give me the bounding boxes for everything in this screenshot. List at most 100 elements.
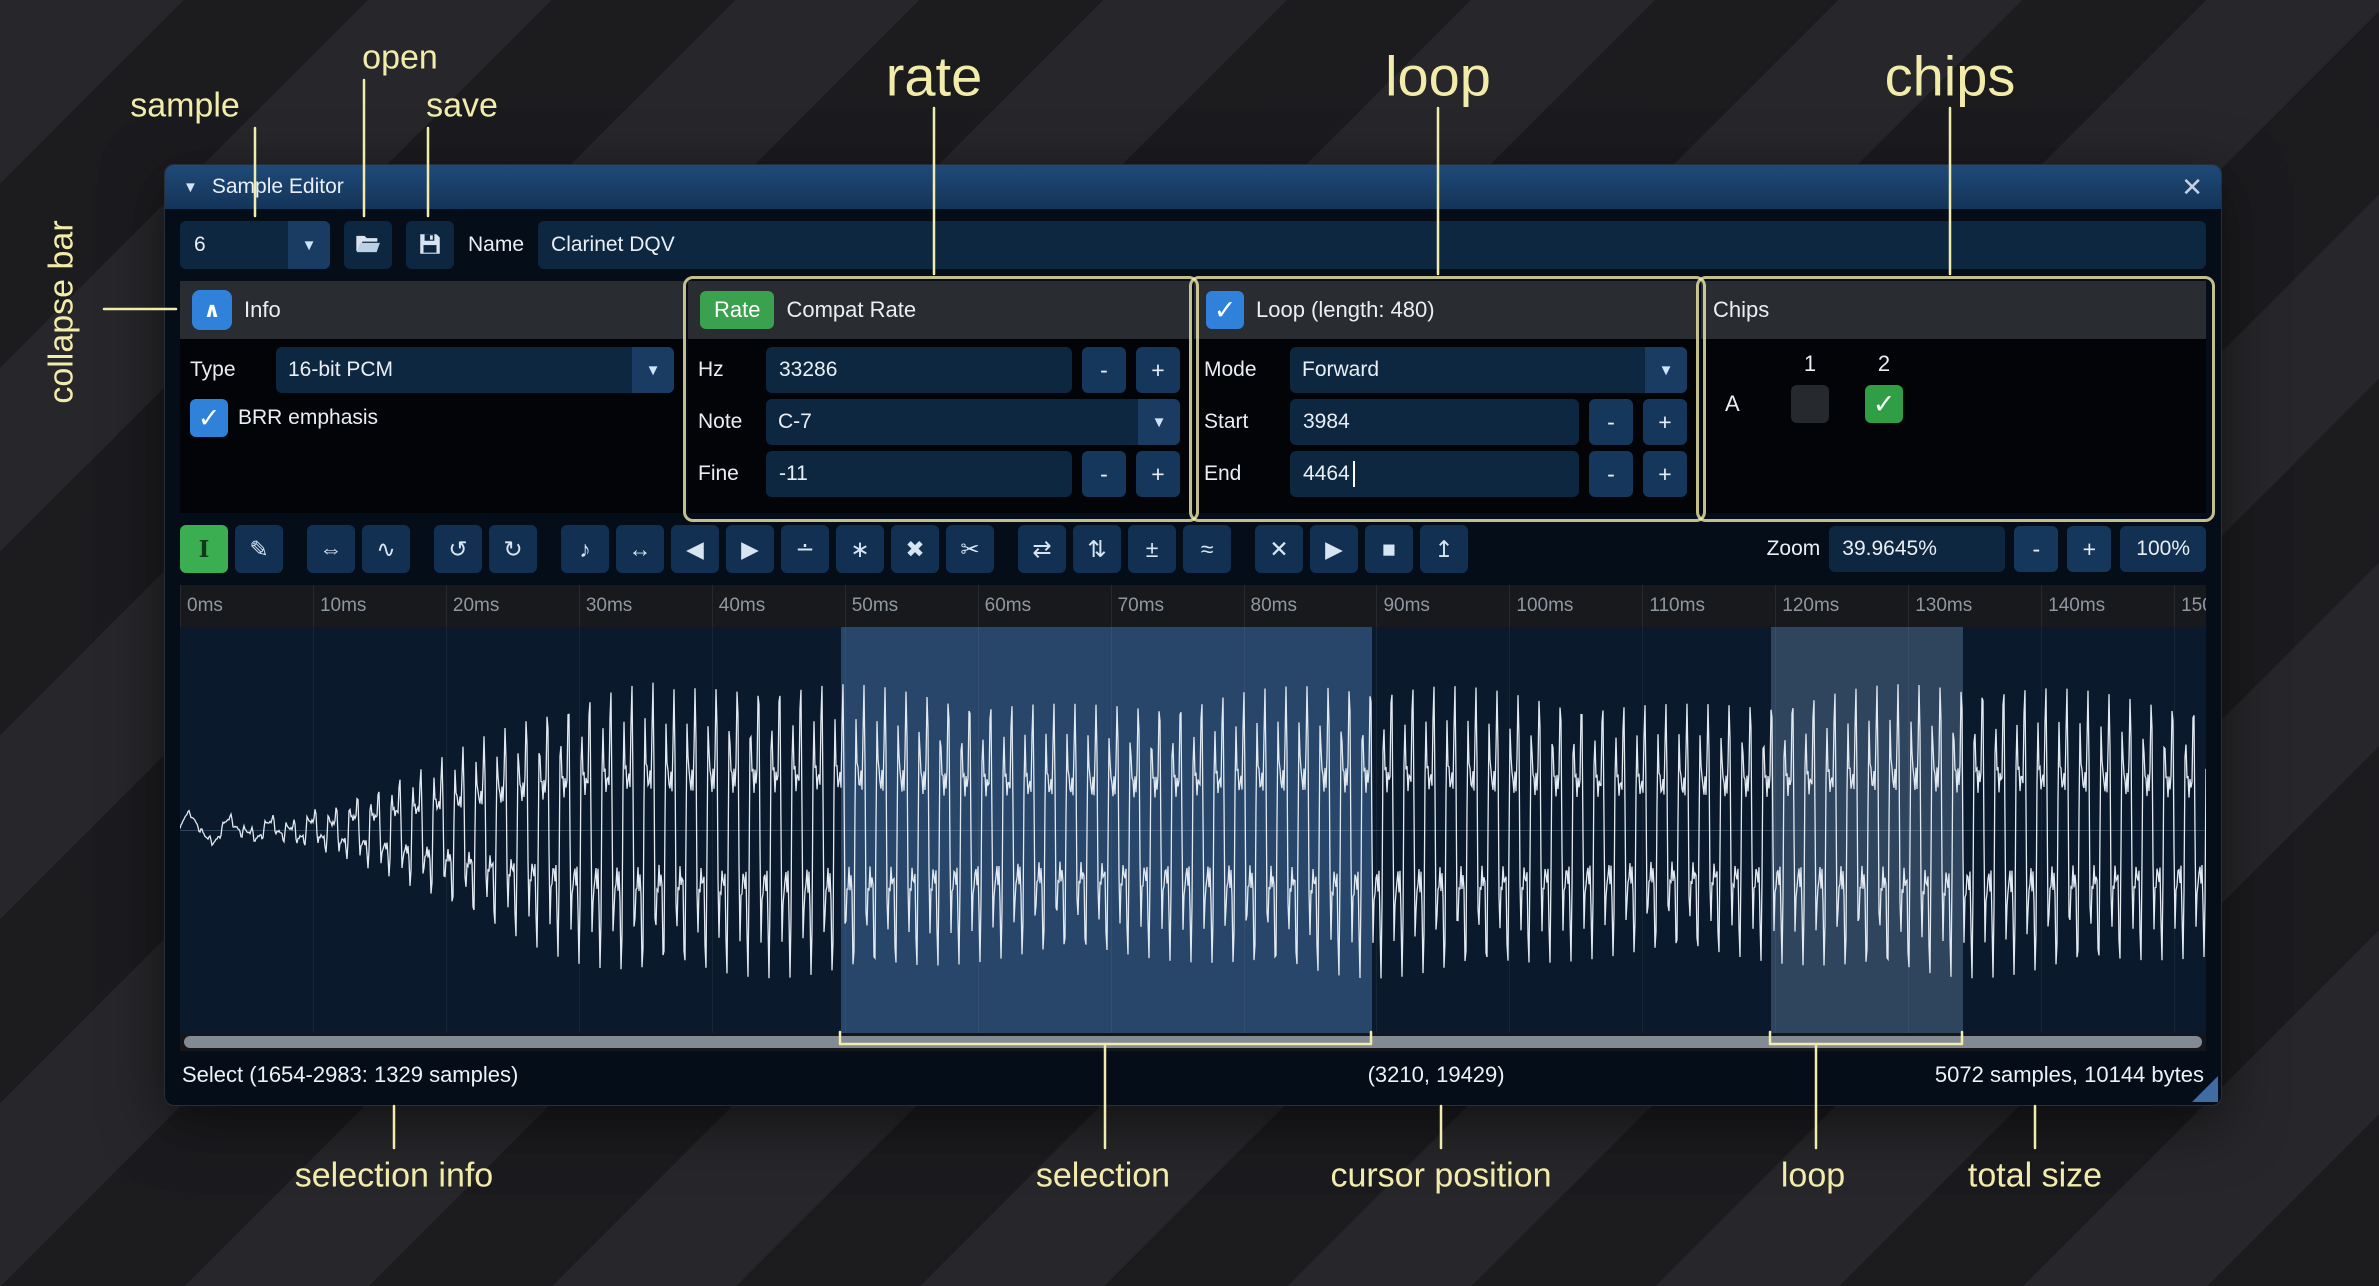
apply-filter-icon: ≈ — [1201, 536, 1214, 563]
apply-silence-icon: ∗ — [850, 536, 869, 563]
zoom-reset-button[interactable]: 100% — [2120, 526, 2206, 572]
save-floppy-icon — [417, 231, 443, 260]
info-panel-header: ∧ Info — [180, 281, 684, 339]
waveform-scrollbar[interactable] — [180, 1033, 2206, 1051]
ruler-label: 70ms — [1118, 595, 1164, 617]
rate-panel: Rate Compat Rate Hz 33286 - + Note C-7 — [688, 281, 1190, 513]
sample-number-select[interactable]: 6 ▼ — [180, 221, 330, 269]
normalize-icon: ↔ — [629, 536, 652, 563]
loop-start-label: Start — [1204, 410, 1280, 434]
ruler-label: 10ms — [320, 595, 366, 617]
apply-silence-button[interactable]: ∗ — [836, 525, 884, 573]
sample-type-dropdown[interactable]: 16-bit PCM ▼ — [276, 347, 674, 393]
ruler-tick — [180, 585, 181, 627]
waveform-svg — [180, 627, 2206, 1033]
create-wavetable-button[interactable]: ↥ — [1420, 525, 1468, 573]
stop-icon: ■ — [1382, 536, 1396, 563]
zoom-input[interactable]: 39.9645% — [1829, 526, 2005, 572]
resize-button[interactable]: ⇔ — [307, 525, 355, 573]
zoom-in-button[interactable]: + — [2067, 526, 2111, 572]
trim-button[interactable]: ✂ — [946, 525, 994, 573]
undo-button[interactable]: ↺ — [434, 525, 482, 573]
annotation-open: open — [362, 39, 438, 78]
annotation-cursor-position: cursor position — [1330, 1157, 1551, 1196]
hz-input[interactable]: 33286 — [766, 347, 1072, 393]
loop-mode-value: Forward — [1290, 347, 1645, 393]
select-mode-icon: I — [199, 536, 210, 563]
select-mode-button[interactable]: I — [180, 525, 228, 573]
apply-filter-button[interactable]: ≈ — [1183, 525, 1231, 573]
sample-name-input[interactable]: Clarinet DQV — [538, 221, 2206, 269]
reverse-button[interactable]: ⇄ — [1018, 525, 1066, 573]
hz-increase-button[interactable]: + — [1136, 347, 1180, 393]
titlebar[interactable]: ▼ Sample Editor ✕ — [165, 165, 2221, 209]
ruler-label: 0ms — [187, 595, 223, 617]
hz-decrease-button[interactable]: - — [1082, 347, 1126, 393]
info-collapse-button[interactable]: ∧ — [192, 290, 232, 330]
waveform-display[interactable] — [180, 627, 2206, 1033]
check-icon: ✓ — [1873, 389, 1896, 420]
ruler-label: 30ms — [586, 595, 632, 617]
chip-1-checkbox[interactable] — [1791, 385, 1829, 423]
crossfade-button[interactable]: ✕ — [1255, 525, 1303, 573]
annotation-total-size: total size — [1968, 1157, 2102, 1196]
scrollbar-thumb[interactable] — [184, 1036, 2202, 1048]
chevron-down-icon: ▼ — [1645, 347, 1687, 393]
signed-unsigned-button[interactable]: ± — [1128, 525, 1176, 573]
insert-silence-icon: ∸ — [795, 536, 814, 563]
resize-grip[interactable] — [2192, 1076, 2218, 1102]
preview-button[interactable]: ▶ — [1310, 525, 1358, 573]
zoom-out-button[interactable]: - — [2014, 526, 2058, 572]
close-icon[interactable]: ✕ — [2181, 172, 2203, 203]
loop-mode-dropdown[interactable]: Forward ▼ — [1290, 347, 1687, 393]
loop-panel-header: ✓ Loop (length: 480) — [1194, 281, 1697, 339]
loop-end-decrease-button[interactable]: - — [1589, 451, 1633, 497]
open-sample-button[interactable] — [344, 221, 392, 269]
stop-button[interactable]: ■ — [1365, 525, 1413, 573]
loop-enable-checkbox[interactable]: ✓ — [1206, 291, 1244, 329]
sample-toolbar-buttons: I ✎ ⇔∿ ↺↻ ♪ ↔ ◀ ▶ ∸ ∗ ✖ ✂ ⇄⇅± ≈ ✕ ▶ ■ ↥ — [180, 525, 1468, 573]
chevron-down-icon: ▼ — [288, 221, 330, 269]
normalize-button[interactable]: ↔ — [616, 525, 664, 573]
ruler-tick — [1775, 585, 1776, 627]
preview-icon: ▶ — [1325, 536, 1343, 563]
window-collapse-icon[interactable]: ▼ — [183, 179, 198, 196]
loop-end-input[interactable]: 4464 — [1290, 451, 1579, 497]
note-dropdown[interactable]: C-7 ▼ — [766, 399, 1180, 445]
delete-button[interactable]: ✖ — [891, 525, 939, 573]
window-title: Sample Editor — [212, 175, 344, 199]
fade-out-button[interactable]: ▶ — [726, 525, 774, 573]
draw-mode-button[interactable]: ✎ — [235, 525, 283, 573]
fade-in-button[interactable]: ◀ — [671, 525, 719, 573]
check-icon: ✓ — [198, 403, 221, 434]
loop-start-input[interactable]: 3984 — [1290, 399, 1579, 445]
chips-panel-title: Chips — [1713, 297, 1769, 323]
ruler-tick — [712, 585, 713, 627]
save-sample-button[interactable] — [406, 221, 454, 269]
ruler-label: 120ms — [1782, 595, 1839, 617]
loop-end-increase-button[interactable]: + — [1643, 451, 1687, 497]
chip-column-1-label: 1 — [1804, 351, 1816, 377]
ruler-label: 130ms — [1915, 595, 1972, 617]
annotation-loop: loop — [1385, 44, 1491, 109]
resample-button[interactable]: ∿ — [362, 525, 410, 573]
fine-input[interactable]: -11 — [766, 451, 1072, 497]
loop-start-increase-button[interactable]: + — [1643, 399, 1687, 445]
loop-start-decrease-button[interactable]: - — [1589, 399, 1633, 445]
sample-number-value: 6 — [180, 221, 288, 269]
insert-silence-button[interactable]: ∸ — [781, 525, 829, 573]
total-size-text: 5072 samples, 10144 bytes — [1935, 1062, 2204, 1088]
annotation-chips: chips — [1885, 44, 2016, 109]
redo-button[interactable]: ↻ — [489, 525, 537, 573]
brr-emphasis-checkbox[interactable]: ✓ — [190, 399, 228, 437]
chips-panel: Chips 1 2 A ✓ — [1701, 281, 2206, 513]
rate-toggle-button[interactable]: Rate — [700, 291, 774, 329]
fade-out-icon: ▶ — [741, 536, 759, 563]
chip-2-checkbox[interactable]: ✓ — [1865, 385, 1903, 423]
rate-panel-title: Compat Rate — [786, 297, 916, 323]
fine-increase-button[interactable]: + — [1136, 451, 1180, 497]
amplify-button[interactable]: ♪ — [561, 525, 609, 573]
fine-decrease-button[interactable]: - — [1082, 451, 1126, 497]
trim-icon: ✂ — [960, 536, 979, 563]
invert-button[interactable]: ⇅ — [1073, 525, 1121, 573]
